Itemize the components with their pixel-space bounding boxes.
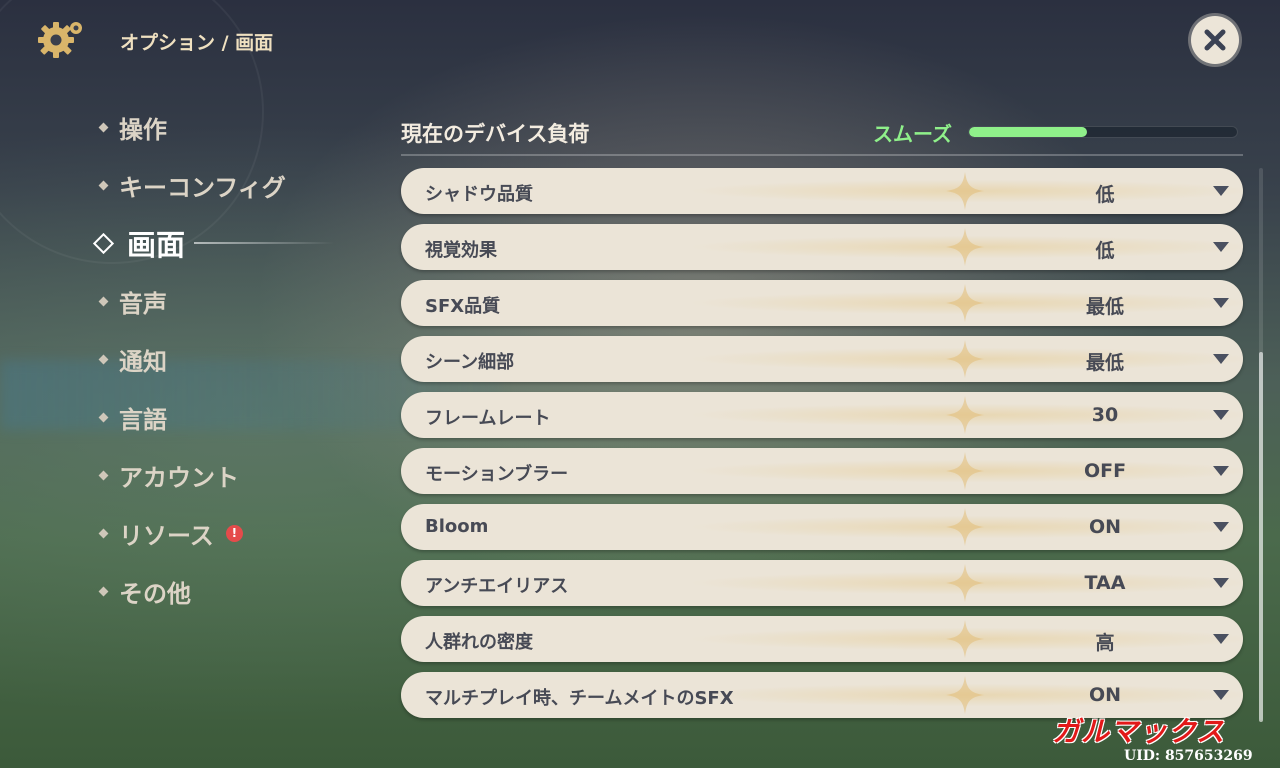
setting-value: 最低 — [1085, 352, 1124, 374]
sparkle-icon — [946, 228, 984, 266]
dropdown-arrow-icon[interactable] — [1213, 522, 1229, 532]
sidebar-item-label: 音声 — [119, 289, 167, 318]
device-load-bar-fill — [969, 127, 1087, 137]
setting-row[interactable]: Bloom ON — [401, 504, 1243, 550]
dropdown-arrow-icon[interactable] — [1213, 578, 1229, 588]
scrollbar-thumb[interactable] — [1259, 352, 1263, 722]
diamond-icon — [98, 412, 109, 422]
sidebar: 操作 キーコンフィグ 画面 音声 通知 言語 アカウント リソース ! その他 — [92, 98, 356, 620]
setting-label: 視覚効果 — [425, 240, 497, 261]
sparkle-icon — [946, 676, 984, 714]
uid-label: UID: 857653269 — [1124, 748, 1253, 764]
divider — [401, 154, 1243, 156]
setting-label: マルチプレイ時、チームメイトのSFX — [425, 688, 734, 709]
sparkle-icon — [946, 564, 984, 602]
sidebar-item-audio[interactable]: 音声 — [96, 272, 356, 330]
sparkle-icon — [946, 508, 984, 546]
dropdown-arrow-icon[interactable] — [1213, 690, 1229, 700]
setting-label: モーションブラー — [425, 464, 569, 485]
gear-icon — [34, 16, 86, 62]
device-load-status: スムーズ — [873, 122, 952, 146]
setting-value: 最低 — [1085, 296, 1124, 318]
sidebar-item-label: その他 — [119, 579, 191, 608]
setting-label: 人群れの密度 — [425, 632, 533, 653]
setting-label: SFX品質 — [425, 296, 501, 317]
sidebar-item-controls[interactable]: 操作 — [96, 98, 356, 156]
selection-glint — [194, 242, 334, 244]
sparkle-icon — [946, 452, 984, 490]
sidebar-item-label: 画面 — [127, 228, 186, 262]
setting-value: ON — [1088, 684, 1122, 706]
alert-badge-icon: ! — [225, 524, 243, 542]
dropdown-arrow-icon[interactable] — [1213, 354, 1229, 364]
watermark-logo: ガルマックス — [1052, 715, 1226, 748]
dropdown-arrow-icon[interactable] — [1213, 466, 1229, 476]
setting-value: ON — [1088, 516, 1122, 538]
dropdown-arrow-icon[interactable] — [1213, 410, 1229, 420]
device-load-title: 現在のデバイス負荷 — [401, 122, 590, 146]
setting-row[interactable]: シャドウ品質 低 — [401, 168, 1243, 214]
sidebar-item-label: 操作 — [119, 115, 167, 144]
sidebar-item-account[interactable]: アカウント — [96, 446, 356, 504]
breadcrumb: オプション / 画面 — [120, 32, 274, 54]
sidebar-item-notifications[interactable]: 通知 — [96, 330, 356, 388]
setting-row[interactable]: 人群れの密度 高 — [401, 616, 1243, 662]
sidebar-item-label: リソース — [119, 521, 214, 550]
setting-row[interactable]: モーションブラー OFF — [401, 448, 1243, 494]
diamond-icon — [98, 296, 109, 306]
setting-label: シーン細部 — [425, 352, 515, 373]
setting-label: アンチエイリアス — [425, 576, 569, 597]
setting-value: 高 — [1095, 632, 1115, 654]
diamond-icon — [98, 586, 109, 596]
diamond-icon — [98, 180, 109, 190]
setting-label: Bloom — [425, 516, 489, 537]
sidebar-item-resources[interactable]: リソース ! — [96, 504, 356, 562]
sparkle-icon — [946, 172, 984, 210]
setting-row[interactable]: 視覚効果 低 — [401, 224, 1243, 270]
settings-list: シャドウ品質 低 視覚効果 低 SFX品質 最低 シーン細部 最低 フレームレー… — [401, 168, 1243, 728]
diamond-icon — [98, 528, 109, 538]
diamond-icon — [98, 122, 109, 132]
setting-row[interactable]: SFX品質 最低 — [401, 280, 1243, 326]
sidebar-item-label: アカウント — [119, 463, 239, 492]
device-load-bar — [968, 126, 1238, 138]
setting-value: 低 — [1095, 240, 1115, 262]
dropdown-arrow-icon[interactable] — [1213, 634, 1229, 644]
dropdown-arrow-icon[interactable] — [1213, 242, 1229, 252]
sidebar-item-key-config[interactable]: キーコンフィグ — [96, 156, 356, 214]
setting-label: フレームレート — [425, 408, 551, 429]
sidebar-item-language[interactable]: 言語 — [96, 388, 356, 446]
sparkle-icon — [946, 396, 984, 434]
setting-row[interactable]: アンチエイリアス TAA — [401, 560, 1243, 606]
setting-value: TAA — [1084, 572, 1126, 594]
sidebar-item-other[interactable]: その他 — [96, 562, 356, 620]
diamond-icon — [98, 354, 109, 364]
dropdown-arrow-icon[interactable] — [1213, 186, 1229, 196]
sidebar-item-label: 通知 — [119, 347, 167, 376]
diamond-icon — [98, 470, 109, 480]
sidebar-item-graphics[interactable]: 画面 — [92, 214, 356, 272]
setting-label: シャドウ品質 — [425, 184, 533, 205]
sparkle-icon — [946, 620, 984, 658]
setting-value: OFF — [1083, 460, 1127, 482]
device-load-panel: 現在のデバイス負荷 スムーズ — [401, 112, 1238, 152]
setting-row[interactable]: シーン細部 最低 — [401, 336, 1243, 382]
sparkle-icon — [946, 284, 984, 322]
setting-value: 30 — [1091, 404, 1119, 426]
close-button[interactable] — [1191, 16, 1239, 64]
sidebar-item-label: 言語 — [119, 405, 167, 434]
close-icon — [1204, 29, 1226, 51]
setting-row[interactable]: フレームレート 30 — [401, 392, 1243, 438]
dropdown-arrow-icon[interactable] — [1213, 298, 1229, 308]
sidebar-item-label: キーコンフィグ — [119, 173, 286, 202]
diamond-outline-icon — [92, 232, 115, 254]
sparkle-icon — [946, 340, 984, 378]
setting-value: 低 — [1095, 184, 1115, 206]
